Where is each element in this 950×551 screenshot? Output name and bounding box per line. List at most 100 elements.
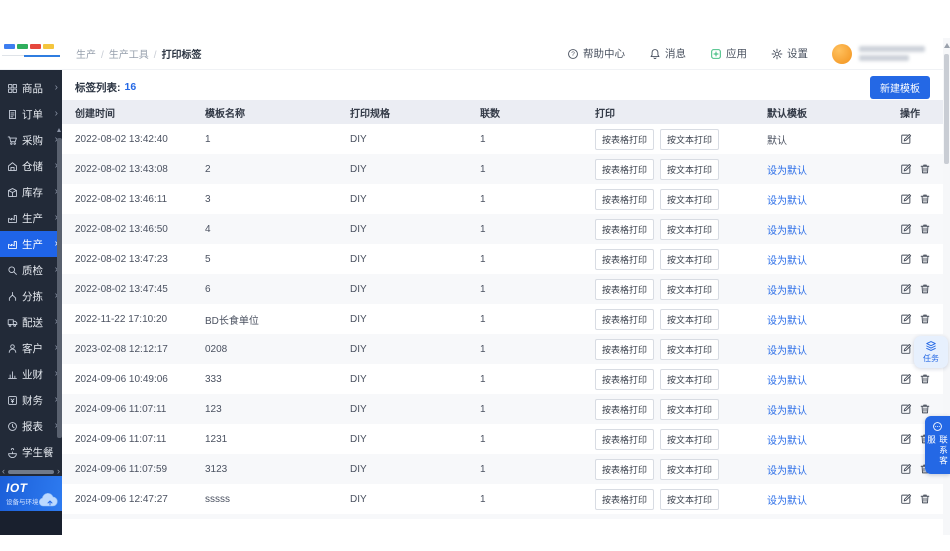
delete-icon[interactable] <box>919 253 931 265</box>
set-default-link[interactable]: 设为默认 <box>767 256 807 267</box>
print-by-text-button[interactable]: 按文本打印 <box>660 248 720 270</box>
delete-icon[interactable] <box>919 223 931 235</box>
apps-button[interactable]: 应用 <box>710 46 747 61</box>
tasks-floating-button[interactable]: 任务 <box>914 336 948 368</box>
cell-default-template: 设为默认 <box>767 252 900 267</box>
edit-icon[interactable] <box>900 253 912 265</box>
help-center-button[interactable]: ? 帮助中心 <box>567 46 625 61</box>
print-by-table-button[interactable]: 按表格打印 <box>595 218 655 240</box>
print-by-text-button[interactable]: 按文本打印 <box>660 368 720 390</box>
settings-button[interactable]: 设置 <box>771 46 808 61</box>
print-by-table-button[interactable]: 按表格打印 <box>595 458 655 480</box>
sidebar-item-finance[interactable]: 财务› <box>0 387 62 413</box>
edit-icon[interactable] <box>900 343 912 355</box>
iot-module-banner[interactable]: IOT 设备与环境 <box>0 476 62 511</box>
print-by-table-button[interactable]: 按表格打印 <box>595 488 655 510</box>
column-header-print: 打印 <box>595 108 615 120</box>
sidebar-item-student-meal[interactable]: 学生餐 <box>0 439 62 465</box>
set-default-link[interactable]: 设为默认 <box>767 406 807 417</box>
list-count-value: 16 <box>124 81 137 93</box>
print-by-text-button[interactable]: 按文本打印 <box>660 338 720 360</box>
sidebar-item-goods[interactable]: 商品 › <box>0 75 62 101</box>
sidebar-item-purchase[interactable]: 采购› <box>0 127 62 153</box>
app-logo[interactable] <box>0 38 62 69</box>
delete-icon[interactable] <box>919 283 931 295</box>
print-by-table-button[interactable]: 按表格打印 <box>595 128 655 150</box>
set-default-link[interactable]: 设为默认 <box>767 286 807 297</box>
delete-icon[interactable] <box>919 313 931 325</box>
sidebar-item-customer[interactable]: 客户› <box>0 335 62 361</box>
set-default-link[interactable]: 设为默认 <box>767 226 807 237</box>
delete-icon[interactable] <box>919 493 931 505</box>
print-by-table-button[interactable]: 按表格打印 <box>595 188 655 210</box>
print-by-text-button[interactable]: 按文本打印 <box>660 308 720 330</box>
edit-icon[interactable] <box>900 133 912 145</box>
print-by-table-button[interactable]: 按表格打印 <box>595 398 655 420</box>
create-template-button[interactable]: 新建模板 <box>870 75 930 99</box>
edit-icon[interactable] <box>900 433 912 445</box>
sidebar-item-production[interactable]: 生产› <box>0 205 62 231</box>
sidebar-item-delivery[interactable]: 配送› <box>0 309 62 335</box>
set-default-link[interactable]: 设为默认 <box>767 346 807 357</box>
print-by-table-button[interactable]: 按表格打印 <box>595 428 655 450</box>
breadcrumb-item[interactable]: 生产工具 <box>109 50 149 61</box>
delete-icon[interactable] <box>919 373 931 385</box>
sidebar-item-reports[interactable]: 报表› <box>0 413 62 439</box>
edit-icon[interactable] <box>900 463 912 475</box>
scroll-up-arrow-icon[interactable] <box>57 128 61 132</box>
set-default-link[interactable]: 设为默认 <box>767 496 807 507</box>
messages-button[interactable]: 消息 <box>649 46 686 61</box>
edit-icon[interactable] <box>900 403 912 415</box>
edit-icon[interactable] <box>900 223 912 235</box>
sidebar-item-biz-finance[interactable]: 业财› <box>0 361 62 387</box>
cell-print-spec: DIY <box>350 493 367 505</box>
edit-icon[interactable] <box>900 163 912 175</box>
scroll-left-arrow-icon[interactable]: ‹ <box>2 467 5 476</box>
print-by-text-button[interactable]: 按文本打印 <box>660 428 720 450</box>
sidebar-item-production-2[interactable]: 生产› <box>0 231 62 257</box>
delete-icon[interactable] <box>919 163 931 175</box>
print-by-table-button[interactable]: 按表格打印 <box>595 338 655 360</box>
sidebar-item-sorting[interactable]: 分拣› <box>0 283 62 309</box>
delete-icon[interactable] <box>919 403 931 415</box>
scroll-right-arrow-icon[interactable]: › <box>57 467 60 476</box>
sidebar-item-quality[interactable]: 质检› <box>0 257 62 283</box>
set-default-link[interactable]: 设为默认 <box>767 166 807 177</box>
print-by-table-button[interactable]: 按表格打印 <box>595 248 655 270</box>
edit-icon[interactable] <box>900 493 912 505</box>
print-by-text-button[interactable]: 按文本打印 <box>660 398 720 420</box>
contact-service-floating-button[interactable]: 联系客服 <box>925 416 950 474</box>
print-by-text-button[interactable]: 按文本打印 <box>660 458 720 480</box>
print-by-text-button[interactable]: 按文本打印 <box>660 188 720 210</box>
print-by-text-button[interactable]: 按文本打印 <box>660 128 720 150</box>
main-scroll-thumb[interactable] <box>944 54 949 164</box>
edit-icon[interactable] <box>900 373 912 385</box>
set-default-link[interactable]: 设为默认 <box>767 436 807 447</box>
set-default-link[interactable]: 设为默认 <box>767 196 807 207</box>
set-default-link[interactable]: 设为默认 <box>767 316 807 327</box>
breadcrumb-item[interactable]: 生产 <box>76 50 96 61</box>
print-by-table-button[interactable]: 按表格打印 <box>595 308 655 330</box>
sidebar-item-orders[interactable]: 订单 › <box>0 101 62 127</box>
print-by-text-button[interactable]: 按文本打印 <box>660 488 720 510</box>
app-window: 生产 / 生产工具 / 打印标签 ? 帮助中心 消息 应用 设置 商品 › 订单… <box>0 38 950 535</box>
print-by-text-button[interactable]: 按文本打印 <box>660 218 720 240</box>
print-by-table-button[interactable]: 按表格打印 <box>595 158 655 180</box>
edit-icon[interactable] <box>900 313 912 325</box>
delete-icon[interactable] <box>919 193 931 205</box>
set-default-link[interactable]: 设为默认 <box>767 376 807 387</box>
print-by-table-button[interactable]: 按表格打印 <box>595 278 655 300</box>
scroll-up-arrow-icon[interactable] <box>943 43 950 48</box>
cell-print-spec: DIY <box>350 193 367 205</box>
edit-icon[interactable] <box>900 193 912 205</box>
print-by-text-button[interactable]: 按文本打印 <box>660 158 720 180</box>
sidebar-horizontal-scrollbar[interactable]: ‹ › <box>0 467 62 476</box>
edit-icon[interactable] <box>900 283 912 295</box>
sidebar-item-warehouse[interactable]: 仓储› <box>0 153 62 179</box>
print-by-text-button[interactable]: 按文本打印 <box>660 278 720 300</box>
set-default-link[interactable]: 设为默认 <box>767 466 807 477</box>
sidebar-hscroll-thumb[interactable] <box>8 469 54 474</box>
sidebar-item-inventory[interactable]: 库存› <box>0 179 62 205</box>
print-by-table-button[interactable]: 按表格打印 <box>595 368 655 390</box>
user-account-menu[interactable] <box>832 43 925 64</box>
